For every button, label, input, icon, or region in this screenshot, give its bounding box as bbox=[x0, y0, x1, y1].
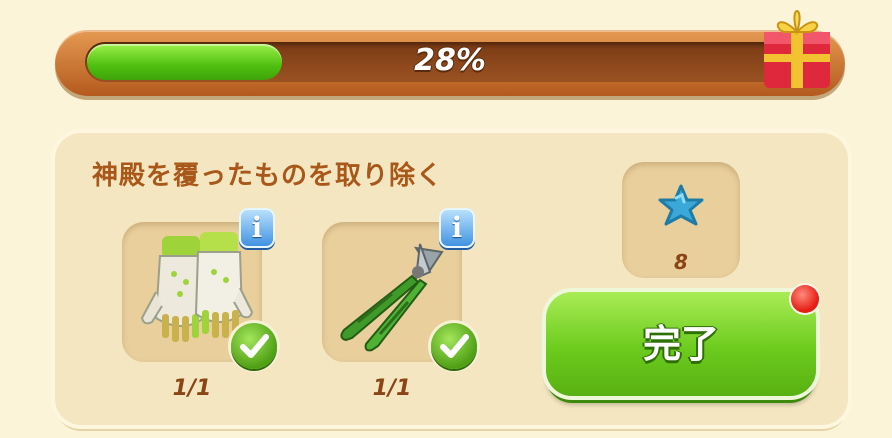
reward-count: 8 bbox=[674, 250, 688, 274]
item-count-gloves: 1/1 bbox=[172, 376, 212, 401]
item-count-shears: 1/1 bbox=[372, 376, 412, 401]
blue-star-icon bbox=[658, 184, 704, 226]
check-icon bbox=[431, 323, 477, 369]
complete-button[interactable]: 完了 bbox=[546, 292, 816, 396]
task-title: 神殿を覆ったものを取り除く bbox=[92, 161, 444, 191]
notification-dot bbox=[791, 285, 819, 313]
info-button-gloves[interactable]: i bbox=[239, 208, 275, 248]
check-icon bbox=[231, 323, 277, 369]
info-button-shears[interactable]: i bbox=[439, 208, 475, 248]
gift-box-icon[interactable] bbox=[758, 2, 838, 92]
progress-bar: 28% bbox=[55, 30, 845, 96]
progress-percent: 28% bbox=[414, 43, 486, 78]
